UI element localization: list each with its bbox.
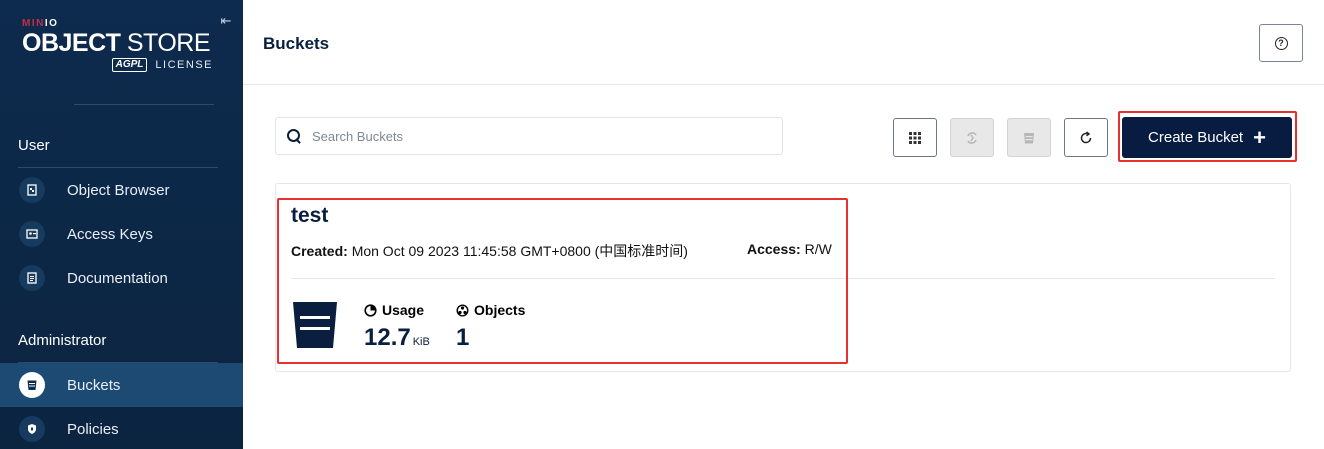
product-rest: STORE bbox=[120, 29, 211, 57]
help-button[interactable]: ? bbox=[1259, 24, 1303, 62]
sidebar-item-access-keys[interactable]: Access Keys bbox=[0, 212, 243, 256]
license-label: LICENSE bbox=[155, 59, 213, 71]
logo-divider bbox=[74, 104, 214, 105]
sidebar-item-buckets[interactable]: Buckets bbox=[0, 363, 243, 407]
sidebar-item-label: Policies bbox=[67, 420, 119, 438]
lifecycle-icon bbox=[1024, 132, 1034, 143]
buckets-icon bbox=[19, 372, 45, 398]
product-bold: OBJECT bbox=[22, 29, 121, 57]
section-title-administrator: Administrator bbox=[18, 332, 107, 349]
lifecycle-button[interactable] bbox=[1007, 118, 1051, 157]
sidebar: ⇤ MINIO OBJECT STORE AGPL LICENSE User O… bbox=[0, 0, 243, 449]
search-bar[interactable] bbox=[275, 117, 783, 155]
highlight-box bbox=[1118, 111, 1297, 162]
brand-prefix: MIN bbox=[22, 18, 45, 29]
sidebar-item-label: Buckets bbox=[67, 376, 121, 394]
agpl-badge: AGPL bbox=[111, 58, 148, 72]
minio-logo: MINIO OBJECT STORE AGPL LICENSE bbox=[22, 18, 222, 72]
sidebar-item-documentation[interactable]: Documentation bbox=[0, 256, 243, 300]
section-title-user: User bbox=[18, 137, 50, 154]
sidebar-item-label: Access Keys bbox=[67, 225, 153, 243]
help-icon: ? bbox=[1274, 36, 1288, 50]
documentation-icon bbox=[19, 265, 45, 291]
brand-suffix: IO bbox=[44, 18, 59, 29]
license-row: AGPL LICENSE bbox=[22, 58, 213, 72]
highlight-box bbox=[277, 198, 848, 364]
grid-view-button[interactable] bbox=[893, 118, 937, 157]
sidebar-item-object-browser[interactable]: Object Browser bbox=[0, 168, 243, 212]
page-title: Buckets bbox=[263, 34, 330, 53]
brand-name: MINIO bbox=[22, 18, 222, 29]
sidebar-item-label: Object Browser bbox=[67, 181, 170, 199]
replication-button[interactable] bbox=[950, 118, 994, 157]
policies-icon bbox=[19, 416, 45, 442]
access-keys-icon bbox=[19, 221, 45, 247]
grid-view-icon bbox=[909, 131, 921, 144]
header-bar: Buckets ? bbox=[243, 0, 1324, 85]
sidebar-item-label: Documentation bbox=[67, 269, 168, 287]
object-browser-icon bbox=[19, 177, 45, 203]
sidebar-item-policies[interactable]: Policies bbox=[0, 407, 243, 449]
search-icon bbox=[287, 129, 301, 143]
product-name: OBJECT STORE bbox=[22, 30, 222, 56]
refresh-button[interactable] bbox=[1064, 118, 1108, 157]
refresh-icon bbox=[1080, 130, 1092, 143]
replication-icon bbox=[967, 131, 977, 144]
search-input[interactable] bbox=[312, 128, 752, 144]
